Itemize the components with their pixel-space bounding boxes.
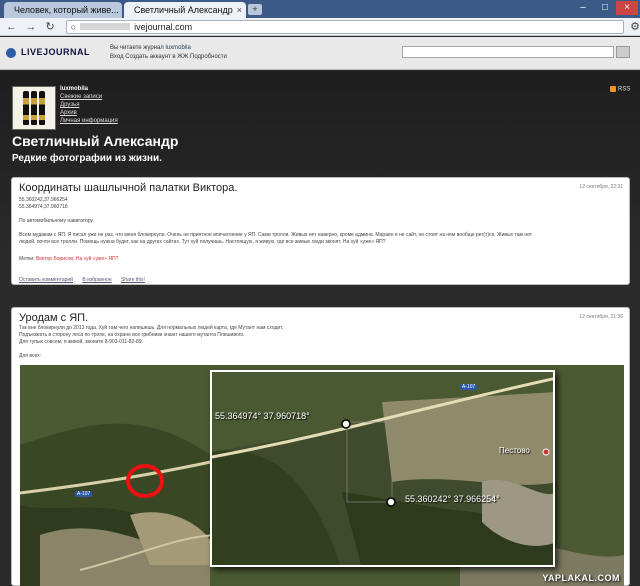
blurred-url-part: [80, 23, 131, 30]
lj-pen-icon: [6, 47, 16, 58]
entry-tags: Метки: Виктор Борисов, На хуй «уже» ЯП?: [19, 256, 119, 262]
comment-link[interactable]: Оставить комментарий: [19, 277, 73, 283]
town-marker: [542, 448, 550, 456]
town-label: Пестово: [499, 446, 530, 455]
nav-friends[interactable]: Друзья: [60, 101, 118, 109]
lj-reading-info: Вы читаете журнал luxmobila Вход Создать…: [110, 45, 227, 62]
map-inset: A-107 55.364974° 37.960718° 55.360242° 3…: [210, 370, 555, 567]
tab-strip: Человек, который живе... × Светличный Ал…: [0, 0, 640, 18]
entry-card: Координаты шашлычной палатки Виктора. 12…: [11, 177, 630, 285]
entry-text: Так вне блокирнули до 2013 года. Хуй там…: [19, 325, 284, 331]
page-icon: ○: [70, 21, 77, 32]
lower-point-marker: [386, 497, 396, 507]
entry-text: По автомобильному навигатору.: [19, 218, 94, 224]
journal-title: Светличный Александр: [12, 133, 179, 149]
road-badge: A-107: [75, 491, 93, 497]
entry-footer: Оставить комментарий В избранное Share t…: [19, 277, 153, 283]
watermark: YAPLAKAL.COM: [542, 573, 620, 583]
lj-search-input[interactable]: [402, 46, 614, 58]
tag-link[interactable]: Виктор Борисов, На хуй «уже» ЯП?: [36, 256, 119, 262]
inset-terrain: [212, 372, 553, 565]
browser-tab-active[interactable]: Светличный Александр ×: [124, 2, 246, 18]
close-tab-icon[interactable]: ×: [237, 5, 242, 15]
journal-username[interactable]: luxmobila: [60, 85, 118, 93]
forward-icon[interactable]: →: [23, 19, 38, 35]
nav-profile[interactable]: Личная информация: [60, 117, 118, 125]
entry-text: людей, почти все тролли. Помощь нужна бу…: [19, 239, 386, 245]
share-link[interactable]: Share this!: [121, 277, 145, 283]
address-bar[interactable]: ○ ivejournal.com: [65, 19, 625, 34]
userpic: [12, 86, 56, 130]
entry-date: 12 сентября, 21:36: [579, 314, 623, 320]
maximize-icon[interactable]: □: [594, 1, 616, 15]
lj-header: LIVEJOURNAL Вы читаете журнал luxmobila …: [0, 37, 640, 70]
entry-coord: 55.364974,37.960718: [19, 204, 68, 210]
nav-archive[interactable]: Архив: [60, 109, 118, 117]
reading-user-link[interactable]: luxmobila: [165, 45, 190, 51]
entry-text: Всем мудакам с ЯП. Я писал уже не раз, ч…: [19, 232, 533, 238]
journal-nav: luxmobila Свежие записи Друзья Архив Лич…: [60, 85, 118, 125]
browser-toolbar: ← → ↻ ○ ivejournal.com ⚙: [0, 18, 640, 36]
road-badge: A-107: [460, 384, 478, 390]
entry-title[interactable]: Координаты шашлычной палатки Виктора.: [19, 182, 237, 194]
lj-logo[interactable]: LIVEJOURNAL: [6, 47, 90, 58]
satellite-map: A-107 A-107 55.364974° 37.960718° 55.360…: [20, 365, 624, 586]
entry-date: 12 сентября, 22:31: [579, 184, 623, 190]
wrench-icon[interactable]: ⚙: [630, 20, 640, 33]
favorite-link[interactable]: В избранное: [82, 277, 111, 283]
tab-title: Человек, который живе...: [14, 5, 119, 15]
upper-point-marker: [341, 419, 351, 429]
reload-icon[interactable]: ↻: [42, 19, 57, 35]
journal-page: luxmobila Свежие записи Друзья Архив Лич…: [0, 71, 640, 586]
coord-label-upper: 55.364974° 37.960718°: [215, 411, 310, 421]
tab-title: Светличный Александр: [134, 5, 233, 15]
entry-text: Подъезжать в сторону леса по тропе, на о…: [19, 332, 245, 338]
search-button[interactable]: [616, 46, 630, 58]
entry-title[interactable]: Уродам с ЯП.: [19, 312, 88, 324]
login-links[interactable]: Вход Создать аккаунт в ЖЖ Подробности: [110, 53, 227, 62]
browser-tab[interactable]: Человек, который живе... ×: [4, 2, 122, 18]
journal-subtitle: Редкие фотографии из жизни.: [12, 153, 162, 164]
back-icon[interactable]: ←: [4, 19, 19, 35]
entry-text: Для тупых совсем, я живой, звоните 8-903…: [19, 339, 143, 345]
url-text: ivejournal.com: [134, 21, 193, 32]
new-tab-button[interactable]: +: [248, 4, 262, 15]
entry-text: Для всех:: [19, 353, 42, 359]
close-window-icon[interactable]: ×: [616, 1, 638, 15]
minimize-icon[interactable]: –: [572, 1, 594, 15]
nav-recent[interactable]: Свежие записи: [60, 93, 118, 101]
rss-icon: [610, 86, 616, 92]
coord-label-lower: 55.360242° 37.966254°: [405, 494, 500, 504]
rss-link[interactable]: RSS: [610, 86, 630, 93]
entry-coord: 55.360242,37.966254: [19, 197, 68, 203]
entry-card: Уродам с ЯП. 12 сентября, 21:36 Так вне …: [11, 307, 630, 586]
